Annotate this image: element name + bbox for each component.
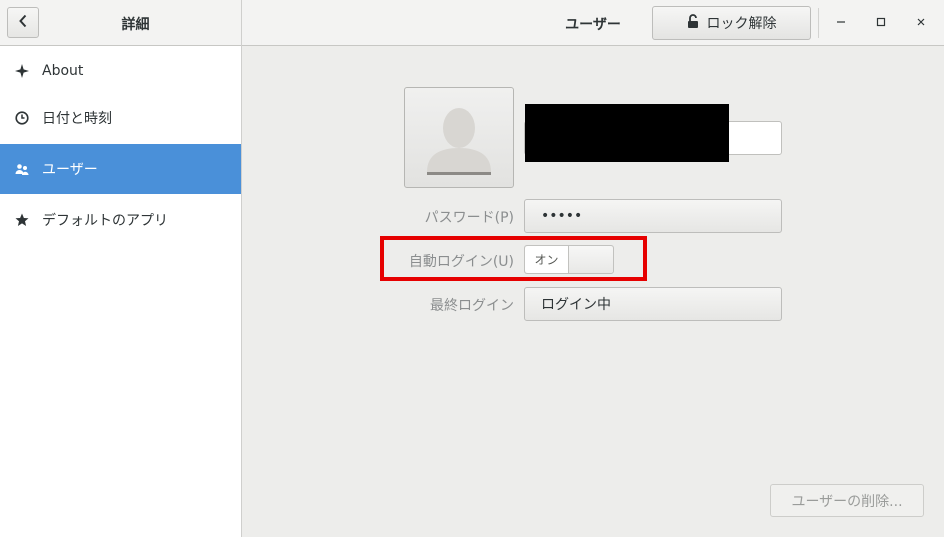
minimize-button[interactable] <box>831 13 851 33</box>
sidebar-item-label: 日付と時刻 <box>42 111 112 127</box>
sparkle-icon <box>14 63 30 79</box>
header-separator <box>818 8 819 38</box>
remove-user-label: ユーザーの削除... <box>791 493 903 510</box>
clock-icon <box>14 110 30 126</box>
remove-user-button[interactable]: ユーザーの削除... <box>770 484 924 517</box>
sidebar-item-datetime[interactable]: 日付と時刻 <box>0 93 241 143</box>
redacted-name <box>525 104 729 162</box>
maximize-button[interactable] <box>871 13 891 33</box>
person-icon <box>419 96 499 180</box>
sidebar-item-users[interactable]: ユーザー <box>0 144 241 194</box>
chevron-left-icon <box>18 14 28 32</box>
back-button[interactable] <box>7 7 39 38</box>
sidebar-header: 詳細 <box>0 0 242 46</box>
last-login-button[interactable]: ログイン中 <box>524 287 782 321</box>
lock-icon <box>687 13 699 33</box>
minimize-icon <box>836 16 846 30</box>
star-icon <box>14 212 30 228</box>
sidebar-item-label: About <box>42 63 84 79</box>
sidebar: About 日付と時刻 ユーザー デフォルトのアプリ <box>0 46 242 537</box>
sidebar-item-label: デフォルトのアプリ <box>42 213 168 229</box>
sidebar-item-label: ユーザー <box>42 162 98 178</box>
close-button[interactable] <box>911 13 931 33</box>
close-icon <box>916 16 926 30</box>
unlock-button[interactable]: ロック解除 <box>652 6 811 40</box>
last-login-label: 最終ログイン <box>430 298 514 314</box>
sidebar-title: 詳細 <box>121 17 150 33</box>
highlight-box <box>380 236 647 281</box>
sidebar-item-default-apps[interactable]: デフォルトのアプリ <box>0 195 241 245</box>
maximize-icon <box>876 16 886 30</box>
password-button[interactable]: ••••• <box>524 199 782 233</box>
header-bar: 詳細 ユーザー ロック解除 <box>0 0 944 46</box>
password-value: ••••• <box>541 208 583 224</box>
password-label: パスワード(P) <box>424 210 514 226</box>
page-title: ユーザー <box>565 17 621 33</box>
last-login-value: ログイン中 <box>541 297 611 313</box>
unlock-button-label: ロック解除 <box>706 16 777 32</box>
user-avatar-button[interactable] <box>404 87 514 188</box>
users-icon <box>14 161 30 177</box>
sidebar-item-about[interactable]: About <box>0 46 241 96</box>
